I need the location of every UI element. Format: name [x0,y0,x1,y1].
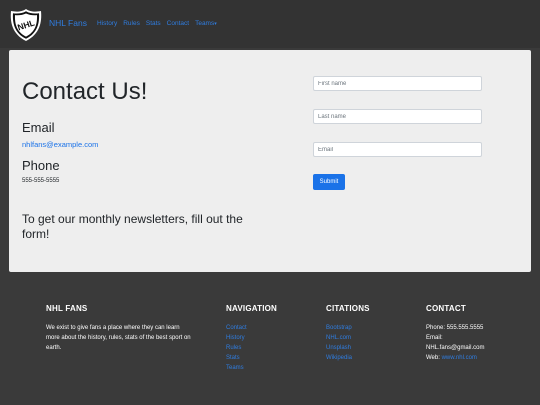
footer-bottom-bar [0,386,540,405]
email-link[interactable]: nhlfans@example.com [22,140,98,149]
navbar: NHL NHL Fans History Rules Stats Contact… [0,0,540,48]
footer-contact-web-label: Web: [426,355,440,361]
nav-link-teams-label: Teams [195,20,215,27]
footer-link-teams[interactable]: Teams [226,363,247,373]
phone-heading: Phone [22,158,60,173]
footer-web-link[interactable]: www.nhl.com [442,355,477,361]
footer-link-rules[interactable]: Rules [226,343,247,353]
footer-about-text: We exist to give fans a place where they… [46,325,191,351]
nav-link-stats[interactable]: Stats [146,20,161,27]
submit-button[interactable]: Submit [313,174,345,190]
nav-links: History Rules Stats Contact Teams▾ [97,20,223,27]
footer: NHL FANS We exist to give fans a place w… [0,286,540,386]
footer-navigation-list: Contact History Rules Stats Teams [226,323,247,373]
footer-contact-heading: CONTACT [426,304,466,313]
phone-number: 555-555-5555 [22,178,60,184]
citation-link-nhl[interactable]: NHL.com [326,333,352,343]
nav-link-history[interactable]: History [97,20,117,27]
page-title: Contact Us! [22,78,148,105]
nav-link-contact[interactable]: Contact [167,20,189,27]
citation-link-wikipedia[interactable]: Wikipedia [326,353,352,363]
footer-link-stats[interactable]: Stats [226,353,247,363]
citation-link-unsplash[interactable]: Unsplash [326,343,352,353]
last-name-input[interactable] [313,109,482,124]
footer-citations-list: Bootstrap NHL.com Unsplash Wikipedia [326,323,352,363]
nhl-logo-icon[interactable]: NHL [10,8,42,42]
footer-link-contact[interactable]: Contact [226,323,247,333]
newsletter-text: To get our monthly newsletters, fill out… [22,212,243,241]
footer-contact-info: Phone: 555.555.5555 Email: NHL.fans@gmai… [426,323,484,363]
nav-link-rules[interactable]: Rules [123,20,140,27]
first-name-input[interactable] [313,76,482,91]
footer-contact-email: NHL.fans@gmail.com [426,345,485,351]
contact-card: Contact Us! Email nhlfans@example.com Ph… [9,50,531,272]
caret-down-icon: ▾ [214,21,217,27]
footer-citations-heading: CITATIONS [326,304,370,313]
email-heading: Email [22,120,55,135]
footer-contact-phone: Phone: 555.555.5555 [426,325,484,331]
nav-link-teams[interactable]: Teams▾ [195,20,217,27]
footer-contact-email-label: Email: [426,335,443,341]
footer-link-history[interactable]: History [226,333,247,343]
footer-about-heading: NHL FANS [46,304,88,313]
citation-link-bootstrap[interactable]: Bootstrap [326,323,352,333]
footer-navigation-heading: NAVIGATION [226,304,278,313]
email-input[interactable] [313,142,482,157]
footer-contact-web: Web: www.nhl.com [426,353,484,363]
brand-link[interactable]: NHL Fans [49,18,87,28]
